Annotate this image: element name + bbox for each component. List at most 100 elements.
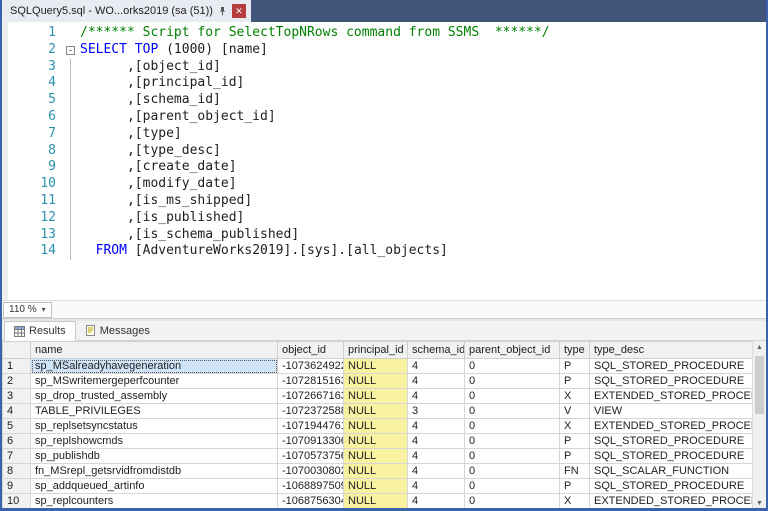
grid-cell[interactable]: X	[560, 419, 590, 434]
grid-cell[interactable]: X	[560, 494, 590, 509]
grid-cell[interactable]: NULL	[344, 479, 408, 494]
row-header[interactable]: 10	[3, 494, 31, 509]
row-header[interactable]: 5	[3, 419, 31, 434]
grid-cell[interactable]: sp_drop_trusted_assembly	[31, 389, 278, 404]
grid-cell[interactable]: SQL_STORED_PROCEDURE	[590, 359, 757, 374]
row-header[interactable]: 9	[3, 479, 31, 494]
grid-cell[interactable]: NULL	[344, 374, 408, 389]
sql-editor[interactable]: 1/****** Script for SelectTopNRows comma…	[2, 22, 766, 300]
grid-cell[interactable]: -1072815163	[278, 374, 344, 389]
grid-cell[interactable]: NULL	[344, 404, 408, 419]
grid-cell[interactable]: 4	[408, 359, 465, 374]
grid-cell[interactable]: P	[560, 359, 590, 374]
grid-cell[interactable]: fn_MSrepl_getsrvidfromdistdb	[31, 464, 278, 479]
zoom-control[interactable]: 110 % ▾	[3, 302, 52, 318]
grid-corner-header[interactable]	[3, 342, 31, 359]
grid-cell[interactable]: NULL	[344, 359, 408, 374]
grid-cell[interactable]: 0	[465, 494, 560, 509]
grid-cell[interactable]: -1072372588	[278, 404, 344, 419]
grid-cell[interactable]: 4	[408, 479, 465, 494]
grid-cell[interactable]: 4	[408, 464, 465, 479]
grid-cell[interactable]: 0	[465, 479, 560, 494]
grid-cell[interactable]: P	[560, 374, 590, 389]
grid-cell[interactable]: 4	[408, 389, 465, 404]
grid-cell[interactable]: -1070913306	[278, 434, 344, 449]
results-grid[interactable]: nameobject_idprincipal_idschema_idparent…	[2, 341, 757, 509]
grid-cell[interactable]: EXTENDED_STORED_PROCEDURE	[590, 389, 757, 404]
grid-cell[interactable]: X	[560, 389, 590, 404]
grid-cell[interactable]: SQL_STORED_PROCEDURE	[590, 434, 757, 449]
row-header[interactable]: 1	[3, 359, 31, 374]
grid-cell[interactable]: sp_publishdb	[31, 449, 278, 464]
close-icon[interactable]: ✕	[232, 4, 246, 18]
row-header[interactable]: 6	[3, 434, 31, 449]
grid-cell[interactable]: sp_replsetsyncstatus	[31, 419, 278, 434]
grid-cell[interactable]: 0	[465, 389, 560, 404]
column-header-type_desc[interactable]: type_desc	[590, 342, 757, 359]
column-header-object_id[interactable]: object_id	[278, 342, 344, 359]
grid-cell[interactable]: NULL	[344, 389, 408, 404]
collapse-toggle-icon[interactable]: -	[66, 46, 75, 55]
grid-cell[interactable]: -1073624922	[278, 359, 344, 374]
grid-cell[interactable]: sp_MSalreadyhavegeneration	[31, 359, 278, 374]
grid-cell[interactable]: 4	[408, 434, 465, 449]
grid-cell[interactable]: 0	[465, 359, 560, 374]
grid-cell[interactable]: 0	[465, 449, 560, 464]
grid-cell[interactable]: SQL_SCALAR_FUNCTION	[590, 464, 757, 479]
tab-messages[interactable]: Messages	[76, 321, 159, 340]
grid-cell[interactable]: NULL	[344, 434, 408, 449]
grid-cell[interactable]: FN	[560, 464, 590, 479]
grid-cell[interactable]: 0	[465, 434, 560, 449]
grid-cell[interactable]: VIEW	[590, 404, 757, 419]
grid-cell[interactable]: NULL	[344, 449, 408, 464]
grid-cell[interactable]: 3	[408, 404, 465, 419]
grid-cell[interactable]: V	[560, 404, 590, 419]
grid-cell[interactable]: TABLE_PRIVILEGES	[31, 404, 278, 419]
grid-cell[interactable]: EXTENDED_STORED_PROCEDURE	[590, 419, 757, 434]
grid-cell[interactable]: -1068897509	[278, 479, 344, 494]
grid-cell[interactable]: 0	[465, 419, 560, 434]
scroll-up-icon[interactable]: ▲	[753, 341, 766, 355]
grid-cell[interactable]: EXTENDED_STORED_PROCEDURE	[590, 494, 757, 509]
row-header[interactable]: 8	[3, 464, 31, 479]
column-header-type[interactable]: type	[560, 342, 590, 359]
column-header-parent_object_id[interactable]: parent_object_id	[465, 342, 560, 359]
vertical-scrollbar[interactable]: ▲ ▼	[752, 341, 766, 511]
grid-cell[interactable]: -1068756304	[278, 494, 344, 509]
grid-cell[interactable]: 0	[465, 374, 560, 389]
row-header[interactable]: 2	[3, 374, 31, 389]
grid-cell[interactable]: 0	[465, 404, 560, 419]
grid-cell[interactable]: 4	[408, 494, 465, 509]
scroll-down-icon[interactable]: ▼	[753, 497, 766, 511]
row-header[interactable]: 7	[3, 449, 31, 464]
grid-cell[interactable]: NULL	[344, 419, 408, 434]
grid-cell[interactable]: P	[560, 434, 590, 449]
column-header-name[interactable]: name	[31, 342, 278, 359]
grid-cell[interactable]: SQL_STORED_PROCEDURE	[590, 479, 757, 494]
grid-cell[interactable]: P	[560, 479, 590, 494]
pin-icon[interactable]	[218, 6, 227, 16]
row-header[interactable]: 4	[3, 404, 31, 419]
grid-cell[interactable]: sp_replcounters	[31, 494, 278, 509]
document-tab[interactable]: SQLQuery5.sql - WO...orks2019 (sa (51)) …	[2, 0, 251, 22]
grid-cell[interactable]: NULL	[344, 494, 408, 509]
grid-cell[interactable]: sp_MSwritemergeperfcounter	[31, 374, 278, 389]
grid-cell[interactable]: 4	[408, 419, 465, 434]
grid-cell[interactable]: P	[560, 449, 590, 464]
grid-cell[interactable]: 4	[408, 374, 465, 389]
tab-results[interactable]: Results	[4, 321, 76, 341]
grid-cell[interactable]: sp_replshowcmds	[31, 434, 278, 449]
grid-cell[interactable]: 4	[408, 449, 465, 464]
grid-cell[interactable]: -1071944761	[278, 419, 344, 434]
grid-cell[interactable]: sp_addqueued_artinfo	[31, 479, 278, 494]
scrollbar-thumb[interactable]	[755, 356, 764, 414]
grid-cell[interactable]: SQL_STORED_PROCEDURE	[590, 449, 757, 464]
grid-cell[interactable]: 0	[465, 464, 560, 479]
grid-cell[interactable]: -1072667163	[278, 389, 344, 404]
column-header-principal_id[interactable]: principal_id	[344, 342, 408, 359]
grid-cell[interactable]: -1070573756	[278, 449, 344, 464]
column-header-schema_id[interactable]: schema_id	[408, 342, 465, 359]
grid-cell[interactable]: NULL	[344, 464, 408, 479]
row-header[interactable]: 3	[3, 389, 31, 404]
grid-cell[interactable]: SQL_STORED_PROCEDURE	[590, 374, 757, 389]
